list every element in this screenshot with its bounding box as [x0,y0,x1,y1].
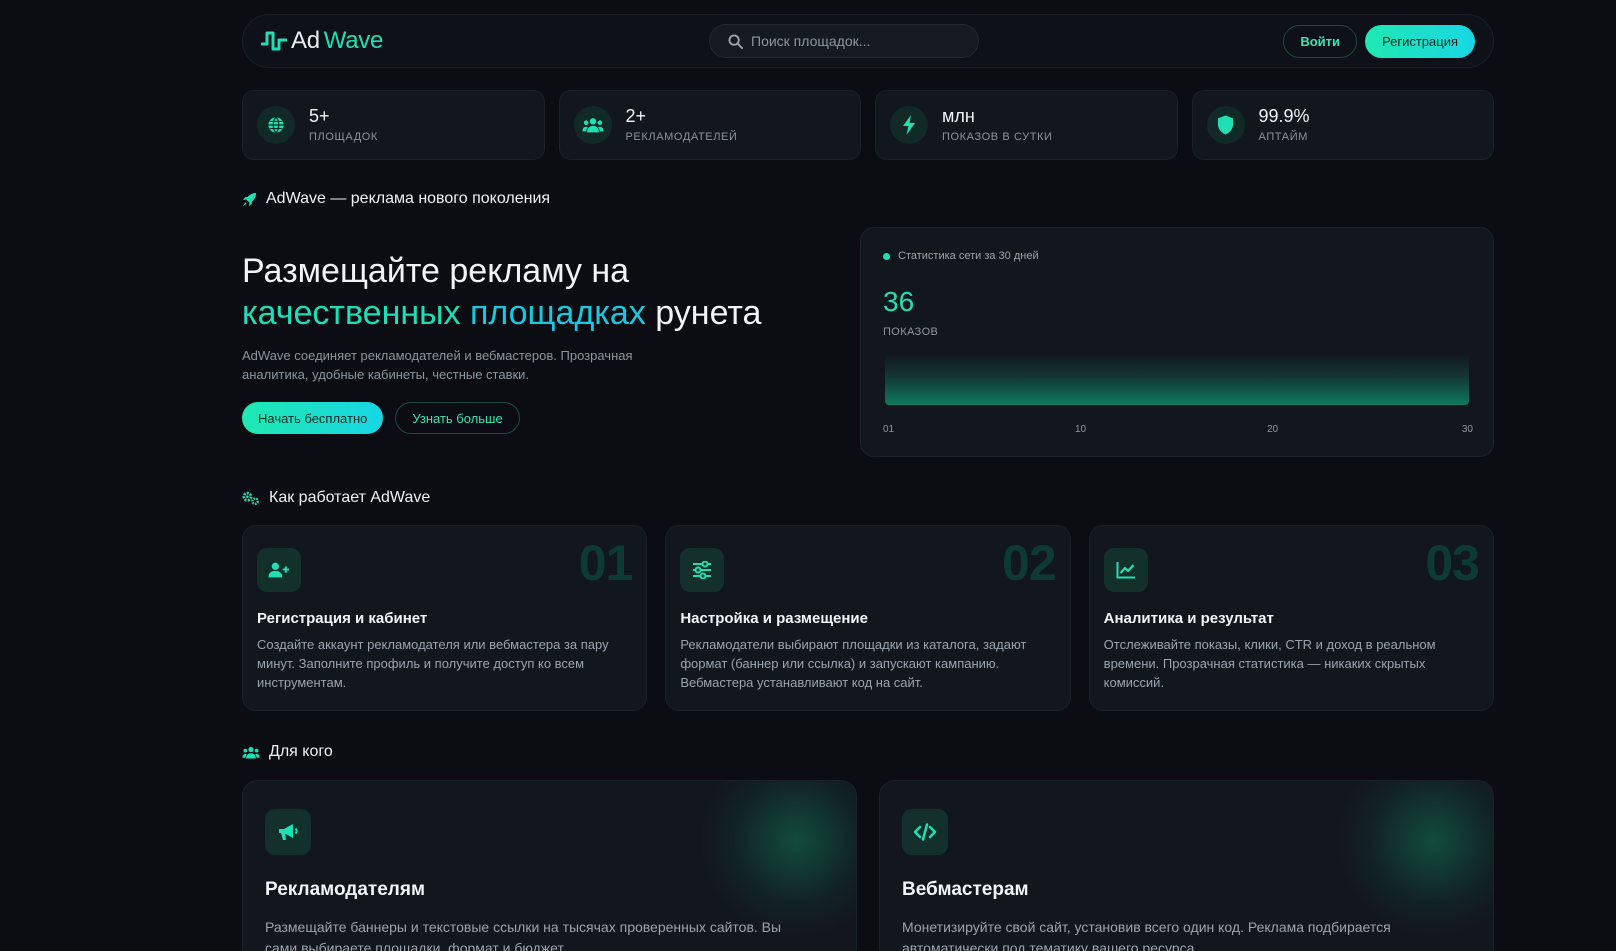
step-title: Аналитика и результат [1103,610,1274,627]
stat-value: млн [942,106,975,127]
hero-description: AdWave соединяет рекламодателей и вебмас… [242,348,633,382]
steps-row: 01 Регистрация и кабинет Создайте аккаун… [242,525,1494,711]
users-icon [242,746,260,758]
stat-value: 5+ [309,106,330,127]
axis-tick: 20 [1267,424,1279,435]
tagline-text: AdWave — реклама нового поколения [266,190,551,207]
sliders-icon [680,548,725,592]
step-number: 01 [578,535,634,591]
rocket-icon [242,192,257,206]
user-plus-icon [257,548,301,592]
hero-title-accent2: площадках [470,294,646,332]
stat-label: АПТАЙМ [1258,130,1308,143]
step-card: 01 Регистрация и кабинет Создайте аккаун… [242,525,648,711]
network-stats-card: Статистика сети за 30 дней 36 ПОКАЗОВ 01… [860,227,1494,457]
users-icon [573,106,612,144]
learn-more-button[interactable]: Узнать больше [395,402,520,434]
impressions-value: 36 [883,286,915,317]
hero-title: Размещайте рекламу на качественных площа… [242,250,842,334]
stat-card-uptime: 99.9% АПТАЙМ [1191,90,1494,160]
step-title: Регистрация и кабинет [257,610,428,627]
audience-description: Размещайте баннеры и текстовые ссылки на… [265,919,782,951]
webmasters-card[interactable]: Вебмастерам Монетизируйте свой сайт, уст… [879,780,1494,951]
step-description: Создайте аккаунт рекламодателя или вебма… [257,637,609,690]
hero-title-end: рунета [655,294,762,332]
register-button[interactable]: Регистрация [1365,24,1475,58]
audience-title: Рекламодателям [265,879,426,900]
header-actions: Войти Регистрация [1283,24,1475,58]
search-input[interactable] [751,33,951,49]
how-it-works-title: Как работает AdWave [242,489,1494,507]
axis-tick: 10 [1075,424,1087,435]
step-description: Отслеживайте показы, клики, CTR и доход … [1103,637,1436,690]
search-box [709,24,979,58]
impressions-label: ПОКАЗОВ [883,326,939,338]
logo-text-ad: Ad [291,27,320,54]
chart-line-icon [1103,548,1148,592]
step-card: 03 Аналитика и результат Отслеживайте по… [1088,525,1494,711]
login-button[interactable]: Войти [1283,24,1357,58]
how-title-text: Как работает AdWave [269,489,431,506]
stat-label: ПОКАЗОВ В СУТКИ [942,130,1053,143]
audience-title: Вебмастерам [902,879,1029,900]
megaphone-icon [265,809,311,855]
step-card: 02 Настройка и размещение Рекламодатели … [665,525,1071,711]
audience-description: Монетизируйте свой сайт, установив всего… [902,919,1391,951]
step-number: 03 [1425,535,1480,591]
stat-card-advertisers: 2+ РЕКЛАМОДАТЕЛЕЙ [558,90,861,160]
gears-icon [242,491,259,505]
axis-tick: 01 [883,424,895,435]
step-description: Рекламодатели выбирают площадки из катал… [680,637,1027,690]
stat-value: 99.9% [1258,106,1310,127]
search-icon [728,33,743,49]
stat-value: 2+ [625,106,647,127]
stat-card-sites: 5+ ПЛОЩАДОК [242,90,545,160]
axis-tick: 30 [1461,424,1473,435]
step-number: 02 [1002,535,1057,591]
globe-icon [257,106,295,144]
step-title: Настройка и размещение [680,610,868,627]
audience-row: Рекламодателям Размещайте баннеры и текс… [242,780,1494,951]
network-stats-heading: Статистика сети за 30 дней [883,250,1039,262]
shield-icon [1206,106,1245,144]
code-icon [902,809,948,855]
hero-title-line1: Размещайте рекламу на [242,252,630,290]
stat-card-impressions: млн ПОКАЗОВ В СУТКИ [875,90,1178,160]
stat-label: ПЛОЩАДОК [309,130,378,143]
site-header: Ad Wave Войти Регистрация [242,14,1494,68]
logo-wave-icon [261,31,287,51]
impressions-area-chart [885,353,1469,405]
stats-row: 5+ ПЛОЩАДОК 2+ РЕКЛАМОДАТЕЛЕЙ млн ПОКАЗО… [242,90,1494,160]
bolt-icon [890,106,928,144]
logo[interactable]: Ad Wave [261,27,383,55]
logo-text-wave: Wave [323,27,384,54]
stat-label: РЕКЛАМОДАТЕЛЕЙ [625,130,738,143]
network-stats-heading-text: Статистика сети за 30 дней [898,250,1039,262]
status-dot [883,252,890,260]
hero-tagline: AdWave — реклама нового поколения [242,190,1494,208]
chart-x-axis: 01 10 20 30 [883,424,1473,438]
for-whom-title-text: Для кого [269,743,333,760]
for-whom-title: Для кого [242,743,1494,761]
advertisers-card[interactable]: Рекламодателям Размещайте баннеры и текс… [242,780,857,951]
start-free-button[interactable]: Начать бесплатно [242,402,384,434]
hero-title-accent1: качественных [242,294,461,332]
